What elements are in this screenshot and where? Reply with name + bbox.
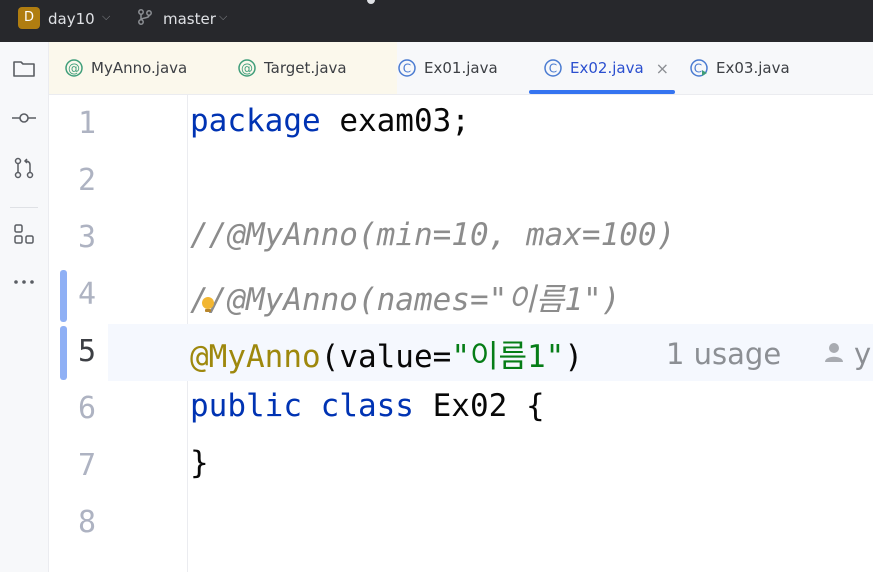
tab-label: Ex02.java — [570, 59, 644, 77]
project-chevron-down-icon[interactable]: ⌵ — [102, 10, 110, 24]
branch-chevron-down-icon[interactable]: ⌵ — [219, 10, 227, 24]
project-badge[interactable]: D — [18, 7, 40, 29]
tab-target[interactable]: @ Target.java — [223, 42, 397, 94]
tab-ex02[interactable]: C Ex02.java × — [543, 42, 669, 94]
line-number: 8 — [78, 505, 97, 540]
branch-name[interactable]: master — [163, 10, 216, 28]
svg-text:C: C — [403, 62, 411, 76]
commit-icon[interactable] — [10, 104, 38, 132]
svg-text:@: @ — [68, 62, 80, 76]
keyword: public — [190, 388, 302, 424]
line-number: 6 — [78, 391, 97, 426]
branch-icon[interactable] — [136, 8, 154, 26]
class-run-icon: C — [690, 59, 708, 77]
line-number: 1 — [78, 106, 97, 141]
code-line-3[interactable]: //@MyAnno(min=10, max=100) — [190, 217, 675, 253]
usages-inlay-hint[interactable]: 1 usage — [666, 337, 781, 371]
class-icon: C — [544, 59, 562, 77]
project-name[interactable]: day10 — [48, 10, 95, 28]
title-bar: D day10 ⌵ master ⌵ — [0, 0, 873, 42]
folder-icon[interactable] — [10, 54, 38, 82]
line-number: 7 — [78, 448, 97, 483]
active-tab-indicator — [529, 90, 675, 94]
editor-tab-bar: @ MyAnno.java @ Target.java C Ex01.java … — [49, 42, 873, 95]
svg-text:C: C — [694, 62, 702, 76]
code-text: Ex02 { — [413, 388, 545, 424]
tab-ex01[interactable]: C Ex01.java — [397, 42, 498, 94]
tab-label: Target.java — [264, 59, 347, 77]
code-line-6[interactable]: public class Ex02 { — [190, 388, 545, 424]
keyword: package — [190, 103, 321, 139]
close-icon[interactable]: × — [656, 59, 669, 78]
code-line-5[interactable]: @MyAnno(value="이름1") — [190, 331, 583, 376]
title-fragment — [367, 0, 375, 4]
svg-text:C: C — [549, 62, 557, 76]
tab-label: MyAnno.java — [91, 59, 188, 77]
pull-request-icon[interactable] — [10, 154, 38, 182]
code-text: ) — [564, 339, 584, 375]
class-icon: C — [398, 59, 416, 77]
annotation-icon: @ — [65, 59, 83, 77]
line-number: 3 — [78, 220, 97, 255]
line-number: 4 — [78, 277, 97, 312]
line-number: 5 — [78, 334, 97, 369]
annotation-icon: @ — [238, 59, 256, 77]
tab-myanno[interactable]: @ MyAnno.java — [49, 42, 238, 94]
change-marker[interactable] — [60, 326, 67, 380]
more-icon[interactable] — [10, 268, 38, 296]
code-text: (value= — [320, 339, 452, 375]
line-number: 2 — [78, 163, 97, 198]
code-line-7[interactable]: } — [190, 445, 209, 481]
author-icon — [825, 343, 843, 362]
change-marker[interactable] — [60, 270, 67, 322]
lightbulb-icon[interactable] — [200, 296, 216, 316]
code-text: exam03; — [320, 103, 470, 139]
structure-icon[interactable] — [10, 220, 38, 248]
tool-separator — [10, 207, 38, 208]
tab-ex03[interactable]: C Ex03.java — [689, 42, 790, 94]
string-literal: "이름1" — [451, 339, 565, 375]
tab-label: Ex01.java — [424, 59, 498, 77]
code-line-4[interactable]: //@MyAnno(names="이름1") — [190, 274, 620, 319]
code-line-1[interactable]: package exam03; — [190, 103, 470, 139]
svg-text:@: @ — [241, 62, 253, 76]
annotation-name: @MyAnno — [190, 339, 321, 375]
keyword: class — [320, 388, 414, 424]
tab-label: Ex03.java — [716, 59, 790, 77]
author-inlay-hint[interactable]: y — [854, 337, 871, 371]
tool-window-strip — [0, 42, 49, 572]
